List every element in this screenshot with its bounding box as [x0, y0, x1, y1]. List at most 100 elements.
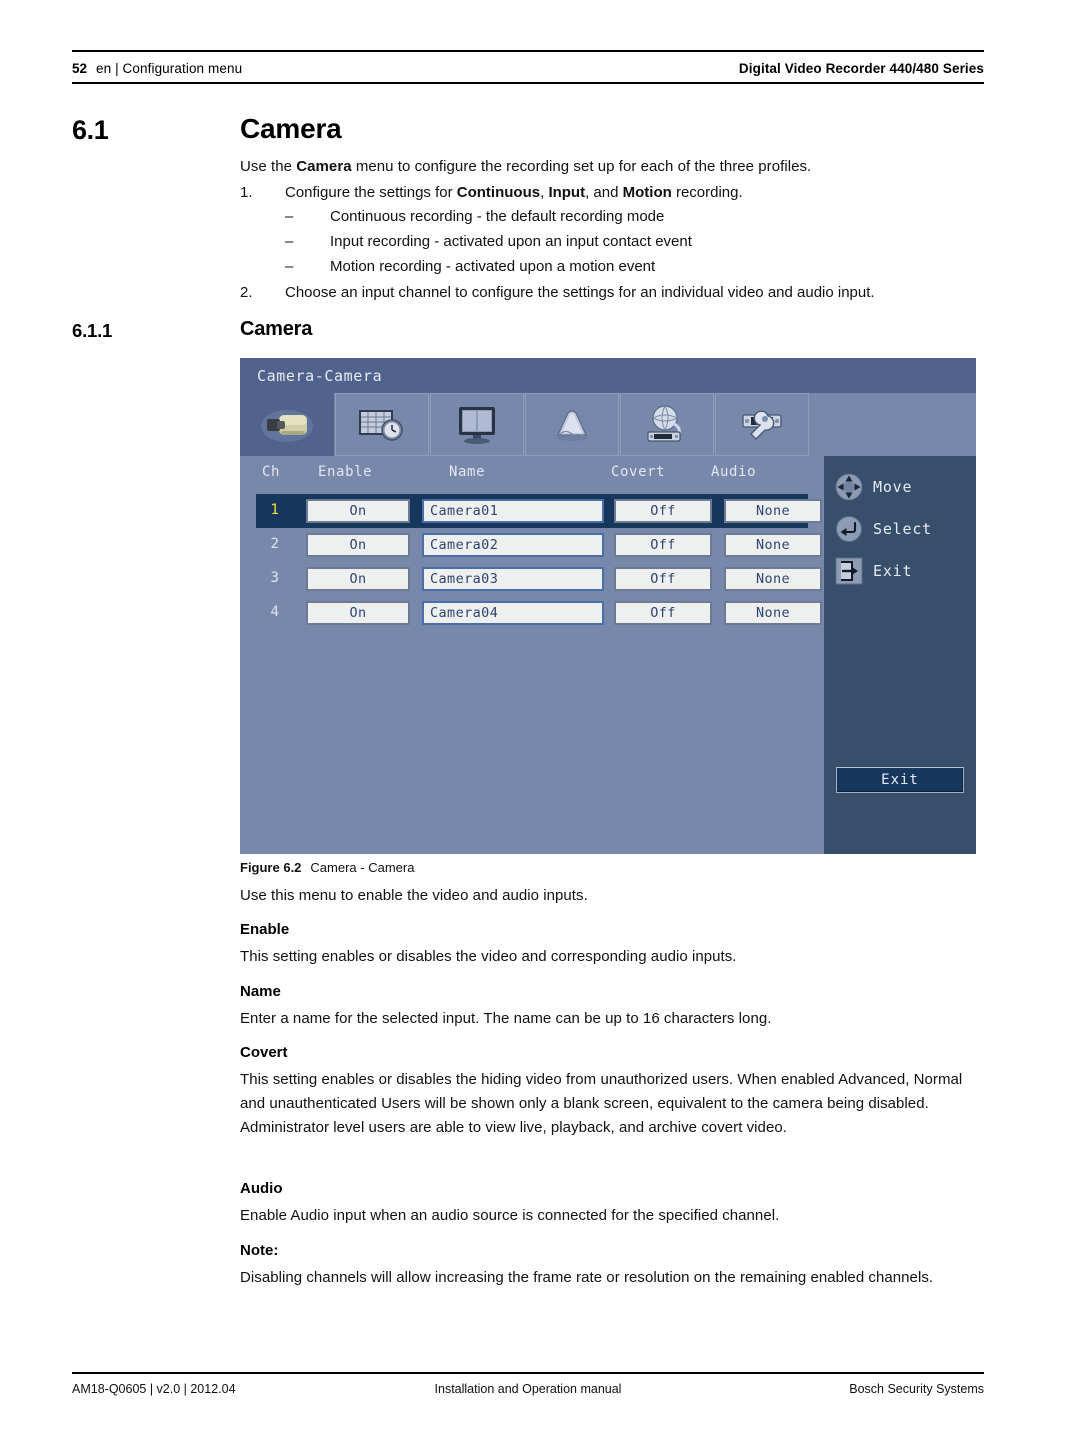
header-rule-bottom	[72, 82, 984, 84]
step1-mid2: , and	[585, 184, 623, 201]
page-header: 52 en | Configuration menu Digital Video…	[72, 56, 984, 80]
tab-camera[interactable]	[240, 393, 334, 456]
text-enable: This setting enables or disables the vid…	[240, 948, 737, 965]
legend-exit-label: Exit	[873, 562, 913, 580]
audio-field[interactable]: None	[724, 601, 822, 625]
table-header-row: Ch Enable Name Covert Audio	[240, 464, 824, 492]
step1-post: recording.	[671, 184, 743, 201]
step1-pre: Configure the settings for	[285, 184, 457, 201]
list-item: – Input recording - activated upon an in…	[240, 230, 1000, 254]
header-rule-top	[72, 50, 984, 52]
list-item-text: Choose an input channel to configure the…	[285, 284, 875, 301]
covert-field[interactable]: Off	[614, 567, 712, 591]
table-row[interactable]: 4 On Camera04 Off None	[256, 596, 822, 630]
list-item: – Continuous recording - the default rec…	[240, 205, 1000, 229]
table-row[interactable]: 2 On Camera02 Off None	[256, 528, 822, 562]
dvr-title-bar: Camera-Camera	[240, 358, 976, 393]
dvr-screenshot-figure: Camera-Camera Ch Enable Name Covert Audi…	[240, 358, 976, 854]
enable-field[interactable]: On	[306, 499, 410, 523]
text-note: Disabling channels will allow increasing…	[240, 1269, 934, 1286]
intro-bold-camera: Camera	[296, 158, 352, 175]
network-globe-icon	[647, 404, 681, 442]
list-item-text: Continuous recording - the default recor…	[330, 208, 665, 225]
tab-system[interactable]	[715, 393, 809, 456]
column-header-ch: Ch	[262, 464, 281, 480]
tab-network[interactable]	[620, 393, 714, 456]
heading-note: Note:	[240, 1242, 279, 1259]
list-item: – Motion recording - activated upon a mo…	[240, 255, 1000, 279]
column-header-name: Name	[449, 464, 486, 480]
list-item-text: Configure the settings for Continuous, I…	[285, 181, 1000, 205]
name-field[interactable]: Camera04	[422, 601, 604, 625]
name-field[interactable]: Camera01	[422, 499, 604, 523]
dpad-icon	[835, 473, 863, 501]
name-field[interactable]: Camera03	[422, 567, 604, 591]
figure-label: Figure 6.2	[240, 860, 302, 875]
heading-enable: Enable	[240, 921, 290, 938]
list-marker: 2.	[240, 284, 253, 301]
step1-bold-continuous: Continuous	[456, 184, 541, 201]
page-footer: AM18-Q0605 | v2.0 | 2012.04 Installation…	[72, 1379, 984, 1399]
section-intro: Use the Camera menu to configure the rec…	[240, 155, 1000, 179]
table-row[interactable]: 3 On Camera03 Off None	[256, 562, 822, 596]
legend-move-label: Move	[873, 478, 913, 496]
camera-table-body: 1 On Camera01 Off None 2 On Camera02 Off…	[256, 494, 822, 630]
dvr-main-panel: Ch Enable Name Covert Audio 1 On Camera0…	[240, 456, 824, 854]
enable-field[interactable]: On	[306, 533, 410, 557]
list-item: 1. Configure the settings for Continuous…	[240, 181, 1000, 205]
audio-field[interactable]: None	[724, 533, 822, 557]
column-header-covert: Covert	[611, 464, 666, 480]
list-marker: 1.	[240, 184, 253, 201]
tab-display[interactable]	[430, 393, 524, 456]
list-marker: –	[285, 233, 294, 250]
tab-schedule[interactable]	[335, 393, 429, 456]
step1-bold-input: Input	[548, 184, 586, 201]
subsection-number: 6.1.1	[72, 320, 113, 341]
enable-field[interactable]: On	[306, 601, 410, 625]
enter-icon	[836, 516, 862, 542]
section-number: 6.1	[72, 115, 109, 145]
page-number: 52	[72, 60, 88, 76]
channel-number: 1	[270, 502, 280, 518]
manual-page: 52 en | Configuration menu Digital Video…	[0, 0, 1080, 1441]
exit-button[interactable]: Exit	[836, 767, 964, 793]
column-header-enable: Enable	[318, 464, 373, 480]
use-menu-text: Use this menu to enable the video and au…	[240, 887, 588, 904]
list-item-text: Input recording - activated upon an inpu…	[330, 233, 692, 250]
list-marker: –	[285, 258, 294, 275]
intro-post: menu to configure the recording set up f…	[351, 158, 812, 175]
text-audio: Enable Audio input when an audio source …	[240, 1207, 780, 1224]
legend-exit: Exit	[834, 556, 912, 586]
text-name: Enter a name for the selected input. The…	[240, 1010, 772, 1027]
list-item-text: Motion recording - activated upon a moti…	[330, 258, 656, 275]
section-title: Camera	[240, 113, 342, 144]
legend-select: Select	[834, 514, 932, 544]
footer-rule	[72, 1372, 984, 1374]
display-monitor-icon	[459, 406, 495, 444]
tab-event[interactable]	[525, 393, 619, 456]
heading-covert: Covert	[240, 1044, 288, 1061]
footer-manual-title: Installation and Operation manual	[434, 1382, 622, 1396]
header-product-title: Digital Video Recorder 440/480 Series	[738, 60, 984, 76]
step1-bold-motion: Motion	[622, 184, 672, 201]
text-covert: This setting enables or disables the hid…	[240, 1071, 963, 1136]
audio-field[interactable]: None	[724, 567, 822, 591]
channel-number: 4	[270, 604, 280, 620]
header-breadcrumb: en | Configuration menu	[96, 60, 243, 76]
covert-field[interactable]: Off	[614, 499, 712, 523]
figure-caption: Figure 6.2 Camera - Camera	[240, 860, 414, 875]
system-wrench-icon	[742, 409, 782, 440]
table-row[interactable]: 1 On Camera01 Off None	[256, 494, 822, 528]
covert-field[interactable]: Off	[614, 601, 712, 625]
camera-icon	[261, 409, 313, 442]
exit-icon	[835, 557, 863, 585]
enable-field[interactable]: On	[306, 567, 410, 591]
figure-caption-text: Camera - Camera	[310, 860, 415, 875]
audio-field[interactable]: None	[724, 499, 822, 523]
intro-pre: Use the	[240, 158, 297, 175]
channel-number: 3	[270, 570, 280, 586]
covert-field[interactable]: Off	[614, 533, 712, 557]
event-alarm-icon	[557, 409, 587, 441]
subsection-title: Camera	[240, 318, 313, 340]
name-field[interactable]: Camera02	[422, 533, 604, 557]
